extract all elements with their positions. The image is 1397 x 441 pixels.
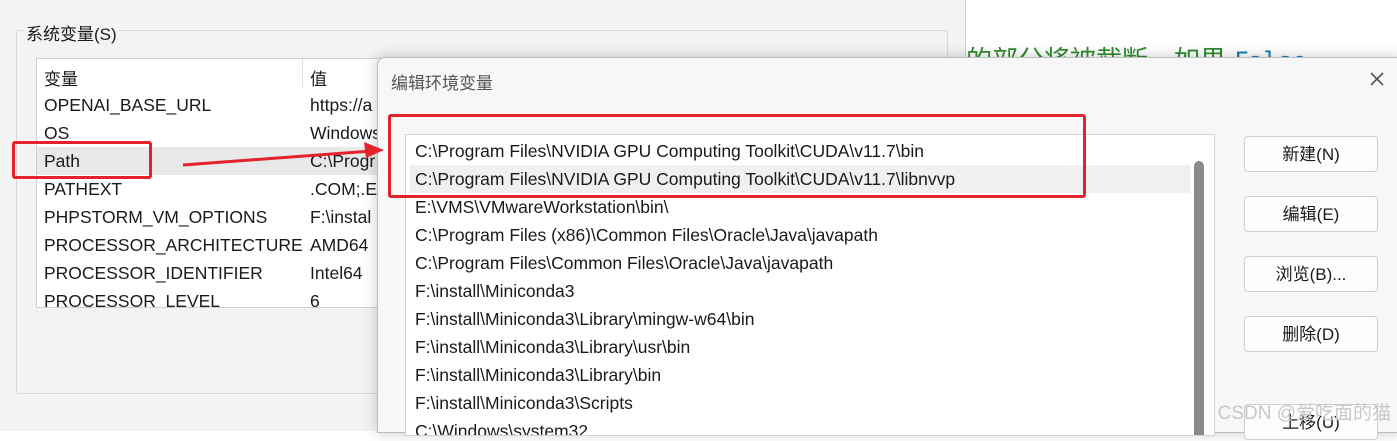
path-item[interactable]: F:\install\Miniconda3\Library\bin	[410, 361, 1190, 389]
cuda-paths-highlight-box	[388, 114, 1086, 198]
path-item[interactable]: F:\install\Miniconda3\Scripts	[410, 389, 1190, 417]
system-variables-label: 系统变量(S)	[24, 20, 119, 45]
column-separator[interactable]	[302, 59, 303, 87]
variable-name: OPENAI_BASE_URL	[44, 95, 212, 115]
edit-button[interactable]: 编辑(E)	[1244, 196, 1378, 232]
path-item[interactable]: C:\Program Files\Common Files\Oracle\Jav…	[410, 249, 1190, 277]
watermark: CSDN @爱吃面的猫	[1217, 403, 1391, 424]
variable-value: https://a	[310, 95, 373, 115]
variable-value: C:\Progr	[310, 151, 376, 171]
variable-name: PROCESSOR_ARCHITECTURE	[44, 235, 303, 255]
path-item[interactable]: C:\Program Files (x86)\Common Files\Orac…	[410, 221, 1190, 249]
variable-value: AMD64	[310, 235, 369, 255]
variable-value: F:\instal	[310, 207, 372, 227]
path-item[interactable]: F:\install\Miniconda3	[410, 277, 1190, 305]
path-item[interactable]: C:\Windows\system32	[410, 417, 1190, 435]
variable-value: Intel64	[310, 263, 363, 283]
path-item[interactable]: F:\install\Miniconda3\Library\usr\bin	[410, 333, 1190, 361]
variable-name: PROCESSOR_LEVEL	[44, 291, 221, 308]
column-header-value[interactable]: 值	[310, 65, 327, 90]
variable-value: Windows	[310, 123, 381, 143]
variable-value: 6	[310, 291, 320, 308]
variable-name: PROCESSOR_IDENTIFIER	[44, 263, 263, 283]
variable-value: .COM;.E	[310, 179, 378, 199]
new-button[interactable]: 新建(N)	[1244, 136, 1378, 172]
close-icon[interactable]	[1364, 66, 1390, 92]
variable-name: PATHEXT	[44, 179, 123, 199]
path-item[interactable]: F:\install\Miniconda3\Library\mingw-w64\…	[410, 305, 1190, 333]
vertical-scrollbar[interactable]	[1194, 161, 1204, 435]
delete-button[interactable]: 删除(D)	[1244, 316, 1378, 352]
dialog-title: 编辑环境变量	[391, 74, 493, 93]
path-highlight-box	[12, 141, 152, 179]
variable-name: PHPSTORM_VM_OPTIONS	[44, 207, 268, 227]
column-header-name[interactable]: 变量	[44, 65, 78, 90]
browse-button[interactable]: 浏览(B)...	[1244, 256, 1378, 292]
